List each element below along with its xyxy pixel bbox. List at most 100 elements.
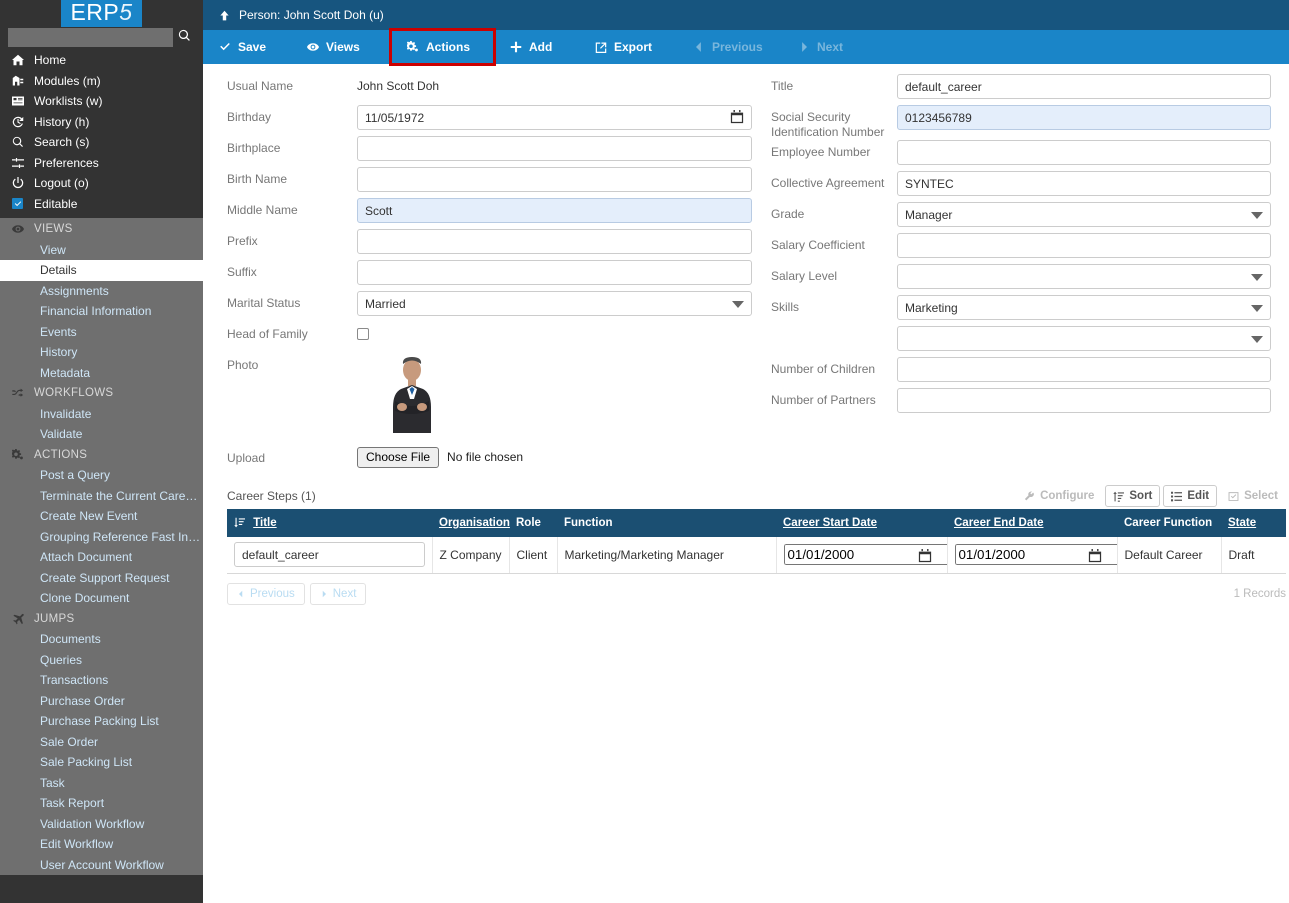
sidebar-subitem-purchase-packing-list[interactable]: Purchase Packing List: [0, 711, 203, 732]
column-header-function[interactable]: Function: [557, 509, 776, 537]
export-button[interactable]: Export: [579, 30, 677, 64]
prefix-input[interactable]: [357, 229, 752, 254]
collective-agreement-input[interactable]: [897, 171, 1271, 196]
field-usual-name: Usual Name John Scott Doh: [227, 74, 752, 105]
column-header-role[interactable]: Role: [509, 509, 557, 537]
column-header-state[interactable]: State: [1221, 509, 1286, 537]
sidebar-subitem-view[interactable]: View: [0, 240, 203, 261]
head-of-family-label: Head of Family: [227, 327, 308, 341]
sidebar-subitem-edit-workflow[interactable]: Edit Workflow: [0, 834, 203, 855]
select-label: Select: [1244, 490, 1278, 502]
sidebar-subitem-post-a-query[interactable]: Post a Query: [0, 465, 203, 486]
career-steps-table: Title Organisation Role Function Career …: [227, 509, 1286, 574]
sidebar-subitem-details[interactable]: Details: [0, 260, 203, 281]
sidebar-item-worklists[interactable]: Worklists (w): [0, 91, 203, 112]
erp5-application: ERP5 Home Modules (m) Worklists (w) Hist…: [0, 0, 1289, 903]
actions-button[interactable]: Actions: [389, 28, 496, 66]
person-form: Usual Name John Scott Doh Birthday 11/05…: [203, 64, 1289, 473]
salary-coefficient-label: Salary Coefficient: [771, 238, 865, 252]
salary-level-select[interactable]: [897, 264, 1271, 289]
sidebar-subitem-sale-order[interactable]: Sale Order: [0, 732, 203, 753]
sidebar-subitem-sale-packing-list[interactable]: Sale Packing List: [0, 752, 203, 773]
sidebar-subitem-task[interactable]: Task: [0, 773, 203, 794]
sidebar-subitem-validation-workflow[interactable]: Validation Workflow: [0, 814, 203, 835]
sidebar-item-editable[interactable]: Editable: [0, 194, 203, 215]
save-button[interactable]: Save: [203, 30, 291, 64]
sidebar-subitem-queries[interactable]: Queries: [0, 650, 203, 671]
sidebar-item-search[interactable]: Search (s): [0, 132, 203, 153]
social-security-number-label: Social Security Identification Number: [771, 110, 885, 139]
sidebar-subitem-create-support-request[interactable]: Create Support Request: [0, 568, 203, 589]
salary-coefficient-input[interactable]: [897, 233, 1271, 258]
birthday-input[interactable]: [357, 105, 752, 130]
skills-select-1[interactable]: Marketing: [897, 295, 1271, 320]
employee-number-input[interactable]: [897, 140, 1271, 165]
erp5-logo[interactable]: ERP5: [61, 0, 142, 27]
number-of-partners-input[interactable]: [897, 388, 1271, 413]
configure-button[interactable]: Configure: [1016, 485, 1103, 507]
select-button[interactable]: Select: [1220, 485, 1286, 507]
sidebar-subitem-transactions[interactable]: Transactions: [0, 670, 203, 691]
row-end-date-input[interactable]: [954, 544, 1116, 566]
sidebar-item-preferences[interactable]: Preferences: [0, 153, 203, 174]
head-of-family-checkbox[interactable]: [357, 328, 369, 340]
listbox-previous-button[interactable]: Previous: [227, 582, 305, 605]
grade-value: Manager: [905, 207, 953, 222]
social-security-number-input[interactable]: [897, 105, 1271, 130]
previous-button[interactable]: Previous: [677, 30, 782, 64]
marital-status-select[interactable]: Married: [357, 291, 752, 316]
search-button[interactable]: [173, 27, 195, 47]
chevron-right-icon: [320, 590, 328, 598]
sidebar-subitem-assignments[interactable]: Assignments: [0, 281, 203, 302]
sort-button[interactable]: Sort: [1105, 485, 1161, 507]
number-of-children-input[interactable]: [897, 357, 1271, 382]
suffix-input[interactable]: [357, 260, 752, 285]
sidebar-item-logout[interactable]: Logout (o): [0, 173, 203, 194]
sidebar-subitem-grouping-reference-fast-input[interactable]: Grouping Reference Fast Input: [0, 527, 203, 548]
sidebar-subitem-events[interactable]: Events: [0, 322, 203, 343]
column-header-career-function[interactable]: Career Function: [1117, 509, 1221, 537]
sidebar-subitem-clone-document[interactable]: Clone Document: [0, 588, 203, 609]
sidebar-subitem-task-report[interactable]: Task Report: [0, 793, 203, 814]
home-icon: [12, 54, 34, 66]
listbox-next-button[interactable]: Next: [309, 582, 367, 605]
field-grade: Grade Manager: [771, 202, 1271, 233]
next-button[interactable]: Next: [782, 30, 872, 64]
sidebar-item-home[interactable]: Home: [0, 50, 203, 71]
choose-file-button[interactable]: Choose File: [357, 446, 440, 468]
sidebar-group-label: WORKFLOWS: [34, 387, 114, 400]
sidebar-subitem-history[interactable]: History: [0, 342, 203, 363]
sidebar-subitem-validate[interactable]: Validate: [0, 424, 203, 445]
field-skills: Skills Marketing: [771, 295, 1271, 326]
sidebar-subitem-metadata[interactable]: Metadata: [0, 363, 203, 384]
views-button[interactable]: Views: [291, 30, 391, 64]
skills-select-2[interactable]: [897, 326, 1271, 351]
sidebar-subitem-documents[interactable]: Documents: [0, 629, 203, 650]
sidebar-subitem-financial-information[interactable]: Financial Information: [0, 301, 203, 322]
arrow-up-icon[interactable]: [219, 10, 230, 21]
sidebar-subitem-create-new-event[interactable]: Create New Event: [0, 506, 203, 527]
birthplace-label: Birthplace: [227, 141, 281, 155]
sidebar-subitem-invalidate[interactable]: Invalidate: [0, 404, 203, 425]
sidebar-item-history[interactable]: History (h): [0, 112, 203, 133]
column-header-title[interactable]: Title: [227, 509, 432, 537]
usual-name-label: Usual Name: [227, 79, 294, 93]
row-title-input[interactable]: [234, 542, 425, 568]
search-input[interactable]: [8, 27, 173, 47]
sidebar-item-modules[interactable]: Modules (m): [0, 71, 203, 92]
row-start-date-input[interactable]: [783, 544, 946, 566]
birth-name-input[interactable]: [357, 167, 752, 192]
sidebar-subitem-terminate-current-career[interactable]: Terminate the Current Career…: [0, 486, 203, 507]
edit-button[interactable]: Edit: [1163, 485, 1218, 507]
sidebar-subitem-user-account-workflow[interactable]: User Account Workflow: [0, 855, 203, 876]
add-button[interactable]: Add: [494, 30, 579, 64]
column-header-career-start-date[interactable]: Career Start Date: [776, 509, 947, 537]
sidebar-subitem-purchase-order[interactable]: Purchase Order: [0, 691, 203, 712]
birthplace-input[interactable]: [357, 136, 752, 161]
sidebar-subitem-attach-document[interactable]: Attach Document: [0, 547, 203, 568]
title-input[interactable]: [897, 74, 1271, 99]
grade-select[interactable]: Manager: [897, 202, 1271, 227]
column-header-organisation[interactable]: Organisation: [432, 509, 510, 537]
middle-name-input[interactable]: [357, 198, 752, 223]
column-header-career-end-date[interactable]: Career End Date: [947, 509, 1117, 537]
